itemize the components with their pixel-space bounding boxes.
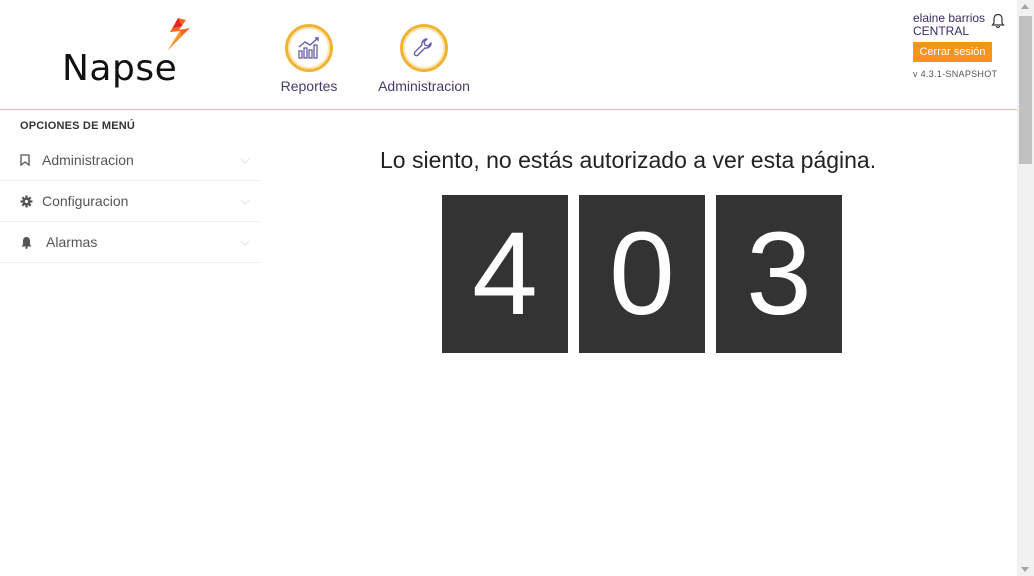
- gear-icon: [20, 195, 38, 208]
- logo-text: Napse: [62, 48, 178, 89]
- app-root: Napse Reportes Administracion elaine bar…: [0, 0, 1034, 576]
- chart-icon: [298, 37, 319, 59]
- logo-bolt-icon: [168, 18, 190, 50]
- bookmark-icon: [20, 154, 38, 166]
- sidebar-item-label: Alarmas: [46, 234, 98, 250]
- sidebar-item-alarmas[interactable]: Alarmas: [0, 222, 260, 263]
- chevron-down-icon: [240, 240, 250, 246]
- nav-administracion[interactable]: Administracion: [374, 24, 474, 94]
- nav-admin-circle: [400, 24, 448, 72]
- nav-reportes-circle: [285, 24, 333, 72]
- sidebar-item-label: Administracion: [42, 152, 134, 168]
- error-code-digit: 4: [442, 195, 568, 353]
- napse-logo[interactable]: Napse: [60, 18, 200, 90]
- sidebar-item-label: Configuracion: [42, 193, 129, 209]
- error-code-digit: 3: [716, 195, 842, 353]
- nav-reportes[interactable]: Reportes: [278, 24, 340, 94]
- sidebar-item-configuracion[interactable]: Configuracion: [0, 181, 260, 222]
- nav-reportes-label: Reportes: [280, 78, 338, 94]
- wrench-icon: [413, 38, 432, 57]
- top-header: Napse Reportes Administracion elaine bar…: [0, 0, 1017, 110]
- sidebar: OPCIONES DE MENÚ Administracion Configur…: [0, 110, 260, 263]
- scroll-down-arrow-icon[interactable]: [1021, 567, 1029, 572]
- error-code-digit: 0: [579, 195, 705, 353]
- sidebar-item-administracion[interactable]: Administracion: [0, 140, 260, 181]
- logout-button[interactable]: Cerrar sesión: [913, 42, 992, 62]
- nav-admin-label: Administracion: [378, 78, 470, 94]
- scroll-thumb[interactable]: [1019, 16, 1032, 164]
- error-message: Lo siento, no estás autorizado a ver est…: [380, 147, 877, 173]
- chevron-down-icon: [240, 199, 250, 205]
- scroll-up-arrow-icon[interactable]: [1021, 4, 1029, 9]
- sidebar-title: OPCIONES DE MENÚ: [20, 120, 136, 132]
- chevron-down-icon: [240, 158, 250, 164]
- version-label: v 4.3.1-SNAPSHOT: [913, 69, 998, 79]
- bell-icon: [20, 236, 38, 249]
- vertical-scrollbar[interactable]: [1017, 0, 1034, 576]
- notification-bell-icon[interactable]: [991, 13, 1005, 29]
